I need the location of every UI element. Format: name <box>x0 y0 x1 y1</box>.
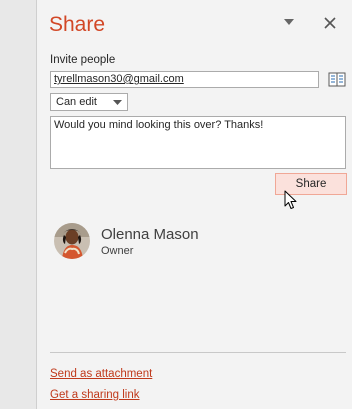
chevron-down-icon <box>282 15 296 29</box>
shared-user-item: Olenna Mason Owner <box>54 223 314 263</box>
person-name: Olenna Mason <box>101 226 199 243</box>
task-pane-options-button[interactable] <box>282 15 296 29</box>
invite-email-input[interactable]: tyrellmason30@gmail.com <box>50 71 319 88</box>
permission-dropdown[interactable]: Can edit <box>50 93 128 111</box>
address-book-icon <box>328 71 346 88</box>
get-sharing-link-link[interactable]: Get a sharing link <box>50 389 140 401</box>
document-area-edge <box>0 0 36 409</box>
send-as-attachment-link[interactable]: Send as attachment <box>50 368 152 380</box>
panel-title: Share <box>49 13 106 36</box>
share-button[interactable]: Share <box>275 173 347 195</box>
invite-people-label: Invite people <box>50 54 116 66</box>
chevron-down-icon <box>113 100 122 106</box>
person-role: Owner <box>101 245 134 257</box>
share-pane: Share Invite people tyrellmason30@gmail.… <box>36 0 352 409</box>
avatar <box>54 223 90 259</box>
address-book-button[interactable] <box>328 71 346 88</box>
close-button[interactable] <box>322 15 338 31</box>
divider <box>50 352 346 353</box>
permission-value: Can edit <box>56 96 97 108</box>
message-textarea[interactable]: Would you mind looking this over? Thanks… <box>50 116 346 169</box>
close-icon <box>322 15 338 31</box>
